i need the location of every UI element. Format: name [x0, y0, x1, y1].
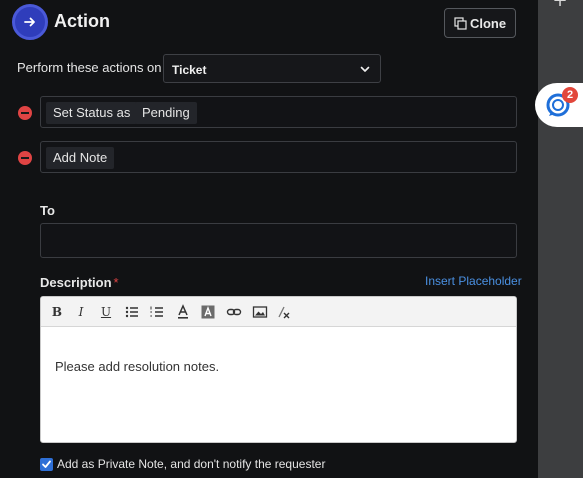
private-note-checkbox[interactable] [40, 458, 53, 471]
editor-toolbar: B I U [41, 297, 516, 327]
numbered-list-icon[interactable] [149, 304, 165, 320]
bold-icon[interactable]: B [49, 304, 65, 320]
insert-placeholder-link[interactable]: Insert Placeholder [425, 274, 522, 288]
image-icon[interactable] [252, 304, 268, 320]
remove-action-2-icon[interactable] [18, 151, 32, 165]
description-editor[interactable]: B I U Please add resolution notes. [40, 296, 517, 443]
remove-action-1-icon[interactable] [18, 106, 32, 120]
chevron-down-icon [360, 66, 370, 72]
chat-widget-button[interactable]: 2 [535, 83, 583, 127]
bulleted-list-icon[interactable] [124, 304, 140, 320]
italic-icon[interactable]: I [73, 304, 89, 320]
private-note-label: Add as Private Note, and don't notify th… [57, 457, 326, 471]
action-type-chip[interactable]: Set Status as [46, 102, 138, 124]
perform-label: Perform these actions on [17, 60, 162, 75]
action-arrow-icon [12, 4, 48, 40]
to-label: To [40, 203, 55, 218]
link-icon[interactable] [226, 304, 242, 320]
underline-icon[interactable]: U [98, 304, 114, 320]
description-body[interactable]: Please add resolution notes. [55, 359, 219, 374]
clear-format-icon[interactable] [276, 304, 292, 320]
page-title: Action [54, 11, 110, 31]
plus-icon[interactable]: + [552, 0, 568, 10]
action-row-1[interactable]: Set Status as Pending [40, 96, 517, 128]
description-label: Description * [40, 275, 119, 290]
entity-select[interactable]: Ticket [163, 54, 381, 83]
background-color-icon[interactable] [200, 304, 216, 320]
chat-badge: 2 [562, 87, 578, 103]
action-panel: Action Clone Perform these actions on Ti… [0, 0, 538, 478]
checkmark-icon [42, 460, 51, 468]
action-row-2[interactable]: Add Note [40, 141, 517, 173]
clone-label: Clone [469, 15, 507, 31]
text-color-icon[interactable] [175, 304, 191, 320]
copy-icon [454, 16, 467, 30]
action-type-chip[interactable]: Add Note [46, 147, 115, 169]
to-input[interactable] [40, 223, 517, 258]
clone-button[interactable]: Clone [444, 8, 516, 38]
entity-select-value: Ticket [172, 63, 207, 77]
right-sidebar [538, 0, 583, 478]
required-marker: * [113, 275, 119, 290]
action-value-chip[interactable]: Pending [135, 102, 197, 124]
